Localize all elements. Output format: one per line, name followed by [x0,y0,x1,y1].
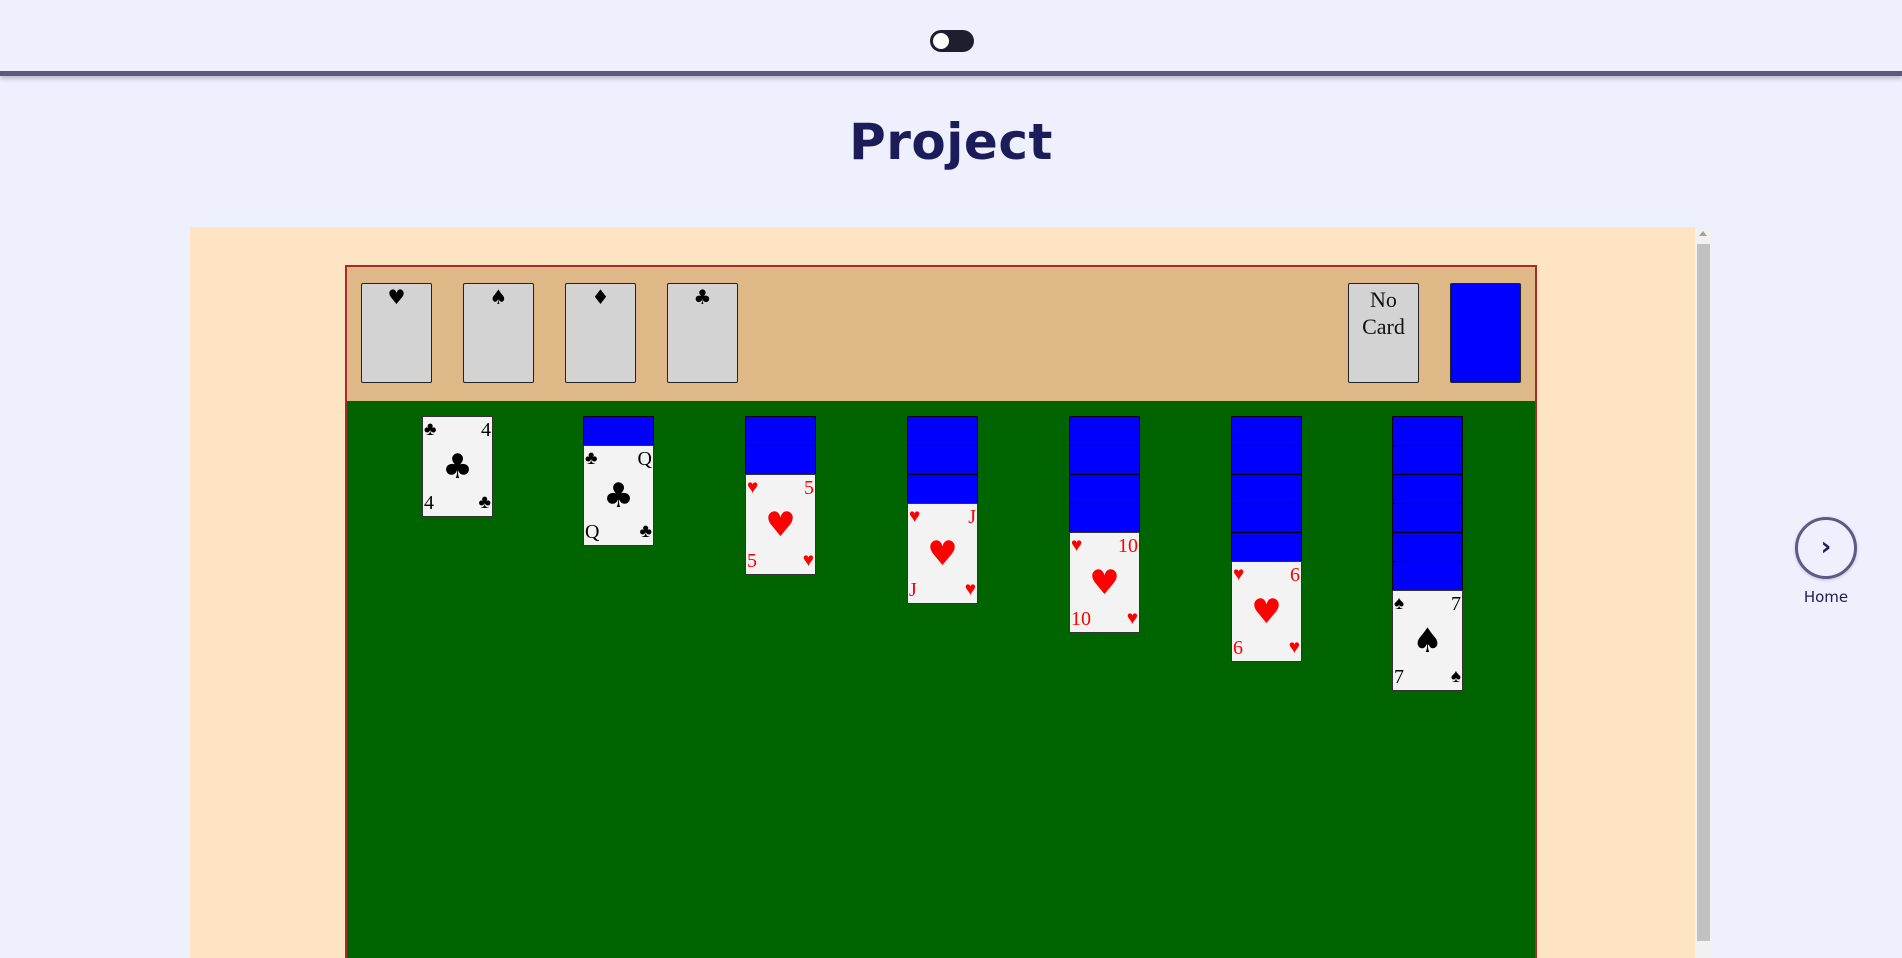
card-corner-suit-icon: ♥ [1288,637,1300,658]
face-up-card[interactable]: ♣ 4 ♣ 4 ♣ [422,416,493,517]
card-corner-suit-icon: ♣ [478,492,491,513]
face-up-card[interactable]: ♥ 5 ♥ 5 ♥ [745,474,816,575]
tableau-pile-5: ♥ 10 ♥ 10 ♥ [1069,416,1140,633]
card-corner-suit-icon: ♥ [747,477,759,498]
card-back[interactable] [907,445,978,474]
toggle-knob [933,33,949,49]
card-center-suit-icon: ♥ [927,534,958,574]
waste-pile[interactable]: No Card [1348,283,1419,383]
card-corner-rank: J [909,579,917,601]
card-back[interactable] [1069,503,1140,532]
card-corner-suit-icon: ♥ [909,506,921,527]
face-up-card[interactable]: ♣ Q ♣ Q ♣ [583,445,654,546]
spades-icon: ♠ [489,285,508,309]
card-back[interactable] [1392,445,1463,474]
top-navbar [0,0,1902,76]
face-up-card[interactable]: ♥ 6 ♥ 6 ♥ [1231,561,1302,662]
card-back[interactable] [745,416,816,445]
foundation-clubs[interactable]: ♣ [667,283,738,383]
foundation-spades[interactable]: ♠ [463,283,534,383]
clubs-icon: ♣ [693,285,712,309]
card-back[interactable] [1392,503,1463,532]
card-back[interactable] [1392,416,1463,445]
tableau-pile-7: ♠ 7 ♠ 7 ♠ [1392,416,1463,691]
card-corner-rank: 7 [1451,593,1461,615]
card-center-suit-icon: ♠ [1412,621,1443,661]
card-corner-suit-icon: ♥ [964,579,976,600]
foundation-diamonds[interactable]: ♦ [565,283,636,383]
tableau-pile-2: ♣ Q ♣ Q ♣ [583,416,654,546]
card-back[interactable] [1231,503,1302,532]
foundation-row: ♥ ♠ ♦ ♣ No Card [347,267,1535,401]
card-corner-rank: 6 [1290,564,1300,586]
tableau-pile-1: ♣ 4 ♣ 4 ♣ [422,416,493,517]
card-corner-suit-icon: ♣ [585,448,598,469]
card-corner-suit-icon: ♣ [639,521,652,542]
card-back[interactable] [1392,561,1463,590]
card-back[interactable] [745,445,816,474]
card-corner-rank: 10 [1118,535,1138,557]
scrollbar-thumb[interactable] [1697,244,1710,941]
card-corner-suit-icon: ♥ [802,550,814,571]
card-back[interactable] [1069,445,1140,474]
hearts-icon: ♥ [387,285,406,309]
theme-toggle[interactable] [930,30,974,52]
tableau-pile-4: ♥ J ♥ J ♥ [907,416,978,604]
scroll-up-arrow-icon[interactable] [1699,231,1707,236]
card-corner-rank: Q [585,521,600,543]
foundation-hearts[interactable]: ♥ [361,283,432,383]
card-corner-rank: 4 [424,492,434,514]
stock-pile[interactable] [1450,283,1521,383]
card-corner-suit-icon: ♥ [1071,535,1083,556]
card-center-suit-icon: ♣ [603,476,634,516]
face-up-card[interactable]: ♥ 10 ♥ 10 ♥ [1069,532,1140,633]
card-corner-suit-icon: ♠ [1450,666,1461,687]
card-corner-rank: Q [637,448,652,470]
card-back[interactable] [1231,416,1302,445]
solitaire-board: ♥ ♠ ♦ ♣ No Card ♣ 4 ♣ 4 ♣ ♣ Q ♣ Q ♣ ♥ 5 ♥ 5 ♥ ♥ J ♥ J ♥ ♥ 10 ♥… [345,265,1537,958]
card-center-suit-icon: ♥ [1251,592,1282,632]
card-corner-suit-icon: ♠ [1394,593,1405,614]
card-back[interactable] [1069,474,1140,503]
card-back[interactable] [1392,474,1463,503]
card-corner-rank: J [968,506,976,528]
game-frame: ♥ ♠ ♦ ♣ No Card ♣ 4 ♣ 4 ♣ ♣ Q ♣ Q ♣ ♥ 5 ♥ 5 ♥ ♥ J ♥ J ♥ ♥ 10 ♥… [190,227,1695,958]
card-corner-suit-icon: ♥ [1126,608,1138,629]
card-corner-suit-icon: ♥ [1233,564,1245,585]
tableau-pile-3: ♥ 5 ♥ 5 ♥ [745,416,816,575]
card-back[interactable] [583,416,654,445]
card-center-suit-icon: ♥ [765,505,796,545]
next-page-label: Home [1803,588,1849,606]
card-back[interactable] [1069,416,1140,445]
card-corner-rank: 7 [1394,666,1404,688]
tableau-pile-6: ♥ 6 ♥ 6 ♥ [1231,416,1302,662]
face-up-card[interactable]: ♥ J ♥ J ♥ [907,503,978,604]
card-corner-rank: 6 [1233,637,1243,659]
card-center-suit-icon: ♥ [1089,563,1120,603]
card-corner-suit-icon: ♣ [424,419,437,440]
face-up-card[interactable]: ♠ 7 ♠ 7 ♠ [1392,590,1463,691]
card-back[interactable] [1231,445,1302,474]
card-corner-rank: 4 [481,419,491,441]
card-back[interactable] [907,474,978,503]
page-title: Project [849,113,1053,171]
card-back[interactable] [1392,532,1463,561]
next-page-button[interactable]: › [1795,517,1857,579]
card-corner-rank: 10 [1071,608,1091,630]
card-back[interactable] [907,416,978,445]
card-center-suit-icon: ♣ [442,447,473,487]
card-corner-rank: 5 [804,477,814,499]
scrollbar[interactable] [1695,227,1712,958]
card-back[interactable] [1231,532,1302,561]
card-corner-rank: 5 [747,550,757,572]
card-back[interactable] [1231,474,1302,503]
diamonds-icon: ♦ [591,285,610,309]
